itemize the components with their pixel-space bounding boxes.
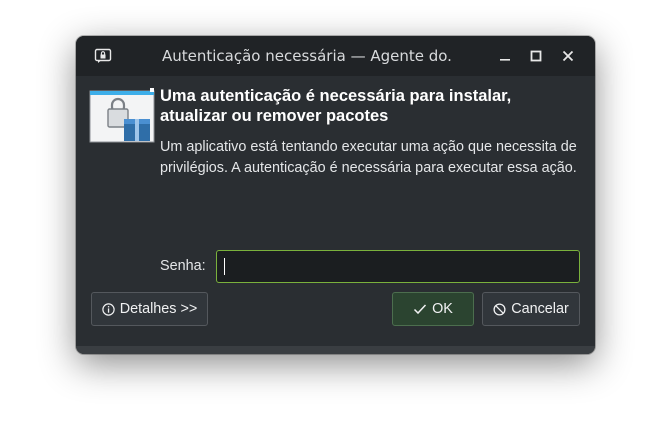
window-title: Autenticação necessária — Agente do...: [162, 47, 452, 65]
close-icon[interactable]: [556, 44, 580, 68]
title-bar[interactable]: Autenticação necessária — Agente do...: [76, 36, 595, 76]
check-icon: [413, 303, 427, 315]
dialog-heading: Uma autenticação é necessária para insta…: [160, 87, 512, 125]
ok-button-label: OK: [432, 301, 453, 317]
ok-button[interactable]: OK: [392, 292, 474, 326]
details-button-label: Detalhes >>: [119, 301, 198, 317]
dialog-description: Um aplicativo está tentando executar uma…: [160, 139, 577, 176]
cancel-icon: [493, 302, 506, 316]
details-button[interactable]: Detalhes >>: [91, 292, 208, 326]
text-cursor: [224, 258, 225, 275]
password-label: Senha:: [160, 258, 206, 274]
cancel-button[interactable]: Cancelar: [482, 292, 580, 326]
locked-package-icon: [89, 88, 155, 144]
lock-window-icon[interactable]: [94, 48, 112, 64]
info-icon: [101, 302, 115, 316]
password-input[interactable]: [216, 250, 580, 283]
minimize-icon[interactable]: [493, 44, 517, 68]
window-bottom-edge: [76, 346, 595, 354]
auth-dialog-window: Autenticação necessária — Agente do... U…: [76, 36, 595, 354]
maximize-icon[interactable]: [524, 44, 548, 68]
cancel-button-label: Cancelar: [511, 301, 569, 317]
